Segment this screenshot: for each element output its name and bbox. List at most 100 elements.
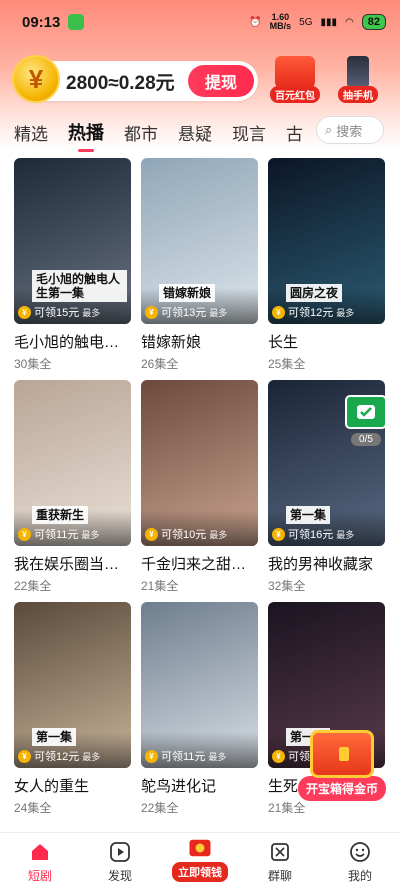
yuan-coin-icon: ¥ bbox=[12, 55, 60, 103]
drama-card[interactable]: 错嫁新娘 ¥ 可领13元 最多 错嫁新娘 26集全 bbox=[141, 158, 258, 372]
red-packet-promo[interactable]: 百元红包 bbox=[270, 56, 320, 103]
reward-text: 可领11元 bbox=[161, 751, 206, 763]
reward-badge: ¥ 可领11元 最多 bbox=[18, 526, 99, 542]
tab-suspense[interactable]: 悬疑 bbox=[178, 120, 212, 145]
tab-featured[interactable]: 精选 bbox=[14, 120, 48, 145]
search-icon: ⌕ bbox=[325, 122, 333, 137]
nav-discover[interactable]: 发现 bbox=[80, 833, 160, 889]
drama-episodes: 21集全 bbox=[141, 579, 179, 593]
reward-text: 可领10元 bbox=[161, 529, 207, 541]
nav-label: 我的 bbox=[347, 869, 372, 883]
tab-urban[interactable]: 都市 bbox=[124, 120, 158, 145]
reward-max: 最多 bbox=[82, 307, 101, 318]
drama-episodes: 21集全 bbox=[268, 801, 306, 815]
signal-bars-icon: ▮▮▮ bbox=[320, 16, 338, 28]
reward-max: 最多 bbox=[209, 307, 228, 318]
poster-caption: 第一集 bbox=[32, 728, 77, 746]
status-time: 09:13 bbox=[22, 13, 61, 31]
phone-lottery-promo[interactable]: 抽手机 bbox=[338, 56, 378, 103]
coin-icon: ¥ bbox=[18, 305, 31, 319]
coin-icon: ¥ bbox=[272, 527, 285, 541]
nav-earn[interactable]: 立即领钱 bbox=[160, 829, 240, 885]
tab-trending[interactable]: 热播 bbox=[68, 119, 104, 152]
drama-card[interactable]: 第一集 ¥ 可领12元 最多女人的重生 24集全 bbox=[14, 602, 131, 816]
coin-icon: ¥ bbox=[272, 305, 285, 319]
drama-poster[interactable]: 重获新生 ¥ 可领11元 最多 bbox=[14, 380, 131, 546]
coin-icon: ¥ bbox=[145, 527, 158, 541]
drama-title[interactable]: 千金归来之甜… bbox=[141, 553, 258, 574]
reward-badge: ¥ 可领12元 最多 bbox=[272, 304, 354, 320]
drama-episodes: 30集全 bbox=[14, 357, 52, 371]
drama-title[interactable]: 鸵鸟进化记 bbox=[141, 775, 258, 796]
nav-label: 立即领钱 bbox=[172, 862, 228, 882]
drama-title[interactable]: 我在娱乐圈当… bbox=[14, 553, 131, 574]
drama-poster[interactable]: ¥ 可领10元 最多 bbox=[141, 380, 258, 546]
tab-ancient[interactable]: 古 bbox=[286, 120, 303, 145]
red-envelope-icon bbox=[188, 836, 212, 860]
drama-title[interactable]: 长生 bbox=[268, 331, 385, 352]
float-task-widget[interactable]: 0/5 bbox=[340, 395, 392, 451]
phone-lottery-label: 抽手机 bbox=[338, 86, 378, 103]
reward-max: 最多 bbox=[82, 751, 101, 762]
reward-max: 最多 bbox=[336, 529, 355, 540]
coin-icon: ¥ bbox=[145, 749, 158, 763]
drama-episodes: 25集全 bbox=[268, 357, 306, 371]
reward-max: 最多 bbox=[208, 751, 227, 762]
app-notification-icon bbox=[68, 14, 85, 30]
reward-max: 最多 bbox=[81, 529, 100, 540]
drama-card[interactable]: 圆房之夜 ¥ 可领12元 最多长生 25集全 bbox=[268, 158, 385, 372]
reward-badge: ¥ 可领13元 最多 bbox=[145, 304, 227, 320]
drama-title[interactable]: 我的男神收藏家 bbox=[268, 553, 385, 574]
drama-title[interactable]: 错嫁新娘 bbox=[141, 331, 258, 352]
poster-caption: 重获新生 bbox=[32, 506, 89, 524]
status-bar: 09:13 ⏰ 1.60 MB/s 5G ▮▮▮ ◠ 82 bbox=[0, 0, 400, 44]
nav-short-drama[interactable]: 短剧 bbox=[0, 833, 80, 889]
drama-card[interactable]: 重获新生 ¥ 可领11元 最多 我在娱乐圈当… 22集全 bbox=[14, 380, 131, 594]
coin-balance-bar[interactable]: ¥ 2800≈0.28元 提现 bbox=[12, 55, 258, 103]
reward-text: 可领12元 bbox=[34, 751, 80, 763]
red-packet-icon bbox=[275, 56, 315, 88]
red-packet-label: 百元红包 bbox=[270, 86, 320, 103]
drama-title[interactable]: 女人的重生 bbox=[14, 775, 131, 796]
home-icon bbox=[28, 840, 52, 864]
phone-icon bbox=[347, 56, 369, 88]
drama-episodes: 24集全 bbox=[14, 801, 52, 815]
tab-modern-romance[interactable]: 现言 bbox=[232, 120, 266, 145]
nav-group-chat[interactable]: 群聊 bbox=[240, 833, 320, 889]
nav-profile[interactable]: 我的 bbox=[320, 833, 400, 889]
play-icon bbox=[108, 840, 132, 864]
drama-poster[interactable]: 第一集 ¥ 可领12元 最多 bbox=[14, 602, 131, 768]
reward-badge: ¥ 可领16元 最多 bbox=[272, 526, 354, 542]
check-icon bbox=[345, 395, 387, 429]
withdraw-button[interactable]: 提现 bbox=[188, 65, 254, 97]
search-label: 搜索 bbox=[336, 123, 363, 139]
reward-badge: ¥ 可领12元 最多 bbox=[18, 748, 100, 764]
poster-caption: 第一集 bbox=[286, 506, 331, 524]
drama-card[interactable]: ¥ 可领10元 最多千金归来之甜… 21集全 bbox=[141, 380, 258, 594]
reward-badge: ¥ 可领11元 最多 bbox=[145, 748, 226, 764]
reward-badge: ¥可领10元最多 bbox=[145, 526, 227, 542]
group-icon bbox=[268, 840, 292, 864]
drama-poster[interactable]: 错嫁新娘 ¥ 可领13元 最多 bbox=[141, 158, 258, 324]
drama-poster[interactable]: 圆房之夜 ¥ 可领12元 最多 bbox=[268, 158, 385, 324]
reward-max: 最多 bbox=[209, 529, 228, 540]
task-progress: 0/5 bbox=[351, 433, 381, 446]
search-button[interactable]: ⌕ 搜索 bbox=[316, 116, 384, 144]
treasure-chest-widget[interactable]: 开宝箱得金币 bbox=[296, 730, 388, 801]
drama-poster[interactable]: 毛小旭的触电人生第一集 ¥ 可领15元 最多 bbox=[14, 158, 131, 324]
drama-card[interactable]: ¥ 可领11元 最多鸵鸟进化记 22集全 bbox=[141, 602, 258, 816]
reward-text: 可领16元 bbox=[288, 529, 334, 541]
drama-episodes: 32集全 bbox=[268, 579, 306, 593]
coin-icon: ¥ bbox=[145, 305, 158, 319]
nav-label: 短剧 bbox=[27, 869, 52, 883]
drama-poster[interactable]: ¥ 可领11元 最多 bbox=[141, 602, 258, 768]
battery-indicator: 82 bbox=[361, 14, 386, 30]
nav-label: 发现 bbox=[107, 869, 132, 883]
reward-max: 最多 bbox=[336, 307, 355, 318]
drama-episodes: 22集全 bbox=[141, 801, 179, 815]
poster-caption: 圆房之夜 bbox=[286, 284, 343, 302]
wifi-icon: ◠ bbox=[345, 16, 354, 28]
coin-icon: ¥ bbox=[272, 749, 285, 763]
drama-title[interactable]: 毛小旭的触电… bbox=[14, 331, 131, 352]
drama-card[interactable]: 毛小旭的触电人生第一集 ¥ 可领15元 最多毛小旭的触电… 30集全 bbox=[14, 158, 131, 372]
